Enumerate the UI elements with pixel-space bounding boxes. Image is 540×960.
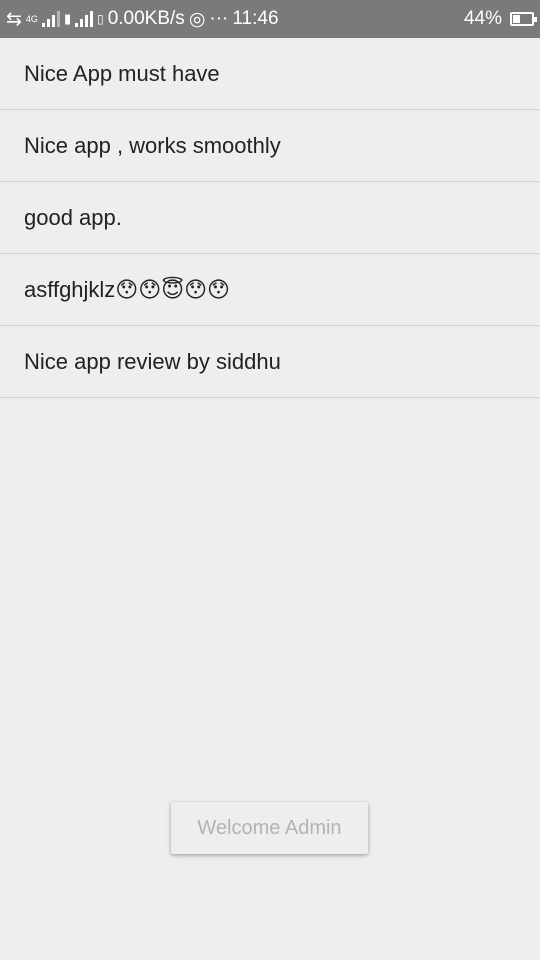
battery-icon — [510, 12, 537, 26]
toast-text: Welcome Admin — [197, 816, 342, 839]
battery-level-fill — [513, 15, 520, 23]
list-item[interactable]: Nice app review by siddhu — [0, 326, 540, 398]
status-left: ⇆ 4G ▮ ▯ 0.00KB/s ◎ ··· 11:46 — [6, 8, 279, 31]
review-text: Nice app review by siddhu — [24, 348, 281, 374]
network-type-label: 4G — [25, 13, 38, 24]
list-item[interactable]: Nice App must have — [0, 38, 540, 110]
signal-icon-sim1 — [41, 11, 60, 27]
list-item[interactable]: asffghjklz😯😯😇😯😯 — [0, 254, 540, 326]
review-text: asffghjklz😯😯😇😯😯 — [24, 276, 230, 302]
data-transfer-icon: ⇆ — [6, 8, 22, 30]
toast-message: Welcome Admin — [171, 802, 368, 854]
status-right: 44% — [463, 8, 537, 30]
review-text: good app. — [24, 204, 122, 230]
data-speed: 0.00KB/s — [107, 8, 185, 29]
hotspot-icon: ◎ — [188, 8, 206, 30]
battery-percent: 44% — [463, 8, 502, 29]
more-dots: ··· — [209, 8, 229, 29]
status-bar: ⇆ 4G ▮ ▯ 0.00KB/s ◎ ··· 11:46 44% — [0, 0, 540, 38]
list-item[interactable]: good app. — [0, 182, 540, 254]
review-list: Nice App must have Nice app , works smoo… — [0, 38, 540, 398]
clock: 11:46 — [232, 8, 279, 29]
list-item[interactable]: Nice app , works smoothly — [0, 110, 540, 182]
review-text: Nice App must have — [24, 60, 220, 86]
sim2-icon: ▯ — [97, 12, 104, 26]
review-text: Nice app , works smoothly — [24, 132, 281, 158]
signal-icon-sim2 — [75, 11, 94, 27]
sim-icon: ▮ — [63, 11, 72, 26]
